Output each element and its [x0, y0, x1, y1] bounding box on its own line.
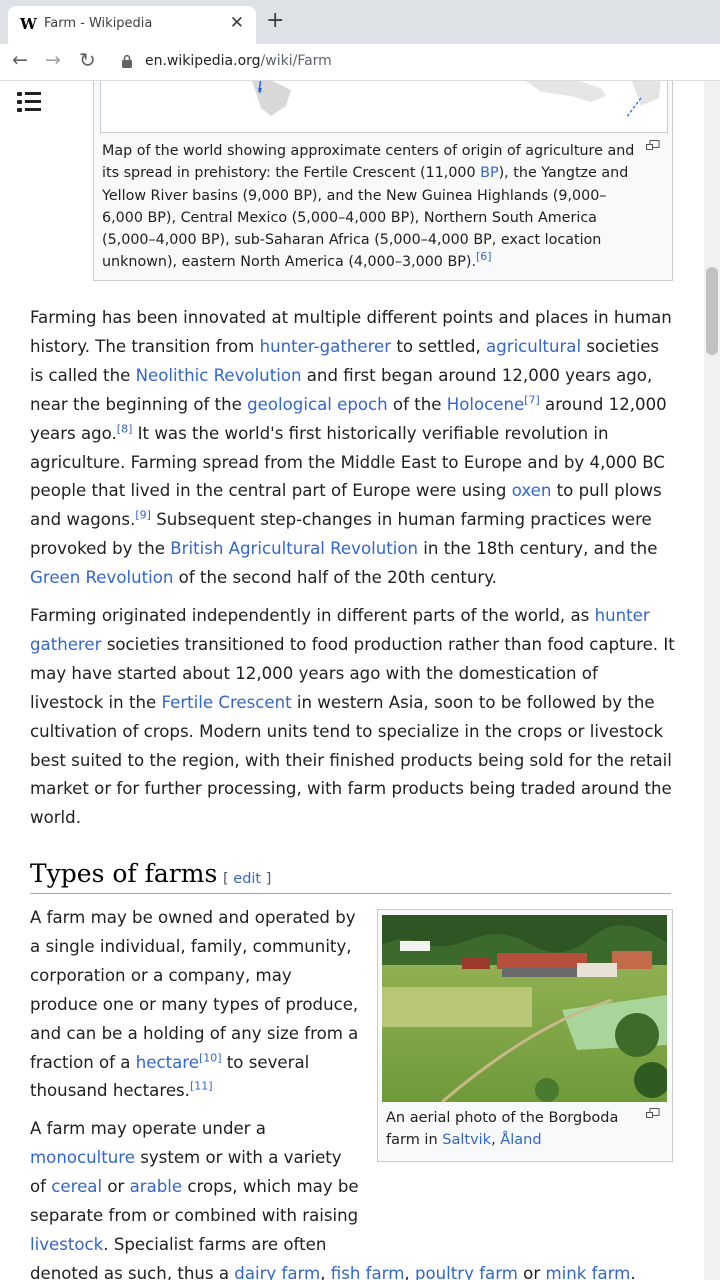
close-tab-icon[interactable]: ✕ [230, 13, 244, 33]
text-run: or [517, 1263, 546, 1280]
text-run: in the 18th century, and the [418, 539, 658, 559]
wiki-link[interactable]: cereal [51, 1177, 102, 1196]
section-title: Types of farms [30, 859, 218, 888]
wiki-link[interactable]: British Agricultural Revolution [170, 539, 418, 558]
forward-icon[interactable]: → [45, 49, 61, 71]
reload-icon[interactable]: ↻ [79, 48, 96, 72]
wiki-link[interactable]: monoculture [30, 1148, 135, 1167]
edit-bracket-close: ] [261, 871, 272, 887]
back-icon[interactable]: ← [12, 49, 28, 71]
section-edit: [ edit ] [223, 871, 271, 887]
new-tab-icon[interactable]: + [266, 10, 284, 32]
text-run: or [102, 1176, 130, 1196]
wiki-link[interactable]: fish farm [331, 1264, 405, 1280]
citation-link[interactable]: [7] [524, 393, 540, 406]
edit-bracket-open: [ [223, 871, 234, 887]
table-of-contents-icon[interactable] [17, 92, 41, 114]
map-figure: Map of the world showing approximate cen… [93, 81, 673, 281]
text-run: of the second half of the 20th century. [173, 568, 497, 588]
text-run: , [320, 1263, 331, 1280]
text-run: A farm may operate under a [30, 1119, 266, 1138]
article-paragraph: A farm may operate under a monoculture s… [30, 1115, 675, 1280]
wiki-link[interactable]: BP [480, 165, 498, 181]
map-caption: Map of the world showing approximate cen… [102, 140, 642, 274]
citation-link[interactable]: [9] [135, 509, 151, 522]
url-path: /wiki/Farm [260, 53, 332, 69]
text-run: of the [387, 394, 447, 414]
wiki-link[interactable]: mink farm [545, 1264, 630, 1280]
lock-icon[interactable] [121, 54, 133, 69]
wiki-link[interactable]: Fertile Crescent [161, 693, 291, 712]
wiki-link[interactable]: poultry farm [415, 1264, 518, 1280]
citation-link[interactable]: [10] [199, 1051, 222, 1064]
wiki-link[interactable]: agricultural [486, 337, 581, 356]
citation-link[interactable]: [8] [117, 422, 133, 435]
address-bar[interactable]: en.wikipedia.org/wiki/Farm [145, 53, 332, 69]
wiki-link[interactable]: livestock [30, 1235, 103, 1254]
wiki-link[interactable]: geological epoch [247, 395, 388, 414]
wikipedia-favicon-icon: W [20, 15, 37, 33]
text-run: to settled, [391, 336, 487, 356]
text-run: Farming originated independently in diff… [30, 606, 595, 625]
edit-link[interactable]: edit [233, 871, 261, 887]
section-heading: Types of farms [ edit ] [30, 855, 671, 894]
browser-tab[interactable]: W Farm - Wikipedia ✕ [8, 6, 256, 44]
text-run: A farm may be owned and operated by a si… [30, 908, 359, 1072]
url-host: en.wikipedia.org [145, 53, 261, 69]
browser-toolbar: ← → ↻ en.wikipedia.org/wiki/Farm [0, 44, 720, 81]
wiki-link[interactable]: hunter-gatherer [260, 337, 391, 356]
enlarge-icon[interactable] [646, 140, 660, 151]
tab-title: Farm - Wikipedia [44, 16, 153, 31]
article-paragraph: Farming originated independently in diff… [30, 602, 675, 833]
article-content: Map of the world showing approximate cen… [0, 81, 720, 1280]
page-scrollbar[interactable] [704, 81, 720, 1280]
farm-aerial-photo[interactable] [382, 915, 667, 1102]
tab-strip: W Farm - Wikipedia ✕ + [0, 0, 720, 44]
world-map-image[interactable] [100, 81, 668, 133]
scrollbar-thumb[interactable] [706, 267, 718, 355]
wiki-link[interactable]: oxen [512, 481, 552, 500]
text-run: in western Asia, soon to be followed by … [30, 692, 672, 828]
float-spacer [360, 1115, 675, 1245]
article-paragraph: Farming has been innovated at multiple d… [30, 304, 675, 593]
article-paragraph: A farm may be owned and operated by a si… [30, 904, 360, 1106]
wiki-link[interactable]: arable [130, 1177, 183, 1196]
citation-link[interactable]: [6] [476, 251, 492, 264]
wiki-link[interactable]: dairy farm [234, 1264, 320, 1280]
wiki-link[interactable]: Green Revolution [30, 568, 173, 587]
citation-link[interactable]: [11] [190, 1080, 213, 1093]
text-run: . [630, 1263, 636, 1280]
wiki-link[interactable]: Neolithic Revolution [136, 366, 302, 385]
wiki-link[interactable]: hectare [136, 1053, 199, 1072]
text-run: , [404, 1263, 415, 1280]
wiki-link[interactable]: Holocene [447, 395, 524, 414]
